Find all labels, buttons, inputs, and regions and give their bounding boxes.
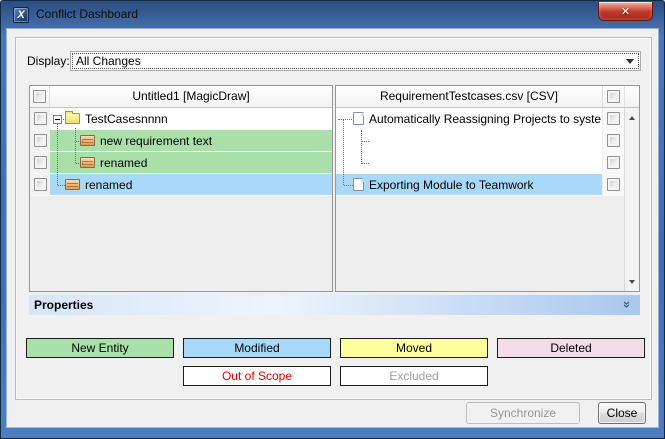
- window-close-button[interactable]: ✕: [598, 2, 653, 21]
- table-row[interactable]: renamed: [30, 152, 332, 174]
- dialog-footer: Synchronize Close: [466, 402, 646, 424]
- target-tree-title: RequirementTestcases.csv [CSV]: [336, 86, 602, 107]
- properties-label: Properties: [29, 298, 623, 312]
- requirement-icon: [80, 135, 95, 146]
- table-row[interactable]: Exporting Module to Teamwork: [336, 174, 624, 196]
- close-icon: ✕: [621, 5, 630, 18]
- magicdraw-app-icon: X: [13, 7, 29, 23]
- legend-row-2: Out of Scope Excluded: [183, 366, 488, 386]
- legend-modified[interactable]: Modified: [183, 338, 331, 358]
- select-all-left-checkbox[interactable]: [33, 90, 46, 103]
- tree-item-label: renamed: [85, 178, 132, 192]
- legend-new-entity[interactable]: New Entity: [26, 338, 174, 358]
- table-row[interactable]: TestCasesnnnn: [30, 108, 332, 130]
- row-checkbox[interactable]: [34, 156, 47, 169]
- legend-deleted[interactable]: Deleted: [497, 338, 645, 358]
- requirement-icon: [65, 179, 80, 190]
- arrow-up-icon: [629, 116, 635, 120]
- tree-item-label: TestCasesnnnn: [85, 112, 168, 126]
- legend-excluded[interactable]: Excluded: [340, 366, 488, 386]
- source-tree-title: Untitled1 [MagicDraw]: [50, 86, 332, 107]
- row-checkbox[interactable]: [607, 112, 620, 125]
- folder-icon: [65, 113, 80, 124]
- chevron-down-icon: [626, 59, 634, 64]
- source-tree-panel: Untitled1 [MagicDraw] TestCasesnnnn: [29, 85, 333, 292]
- table-row[interactable]: [336, 130, 624, 152]
- collapse-expander-icon[interactable]: [53, 115, 62, 124]
- target-tree-header: RequirementTestcases.csv [CSV]: [336, 86, 639, 108]
- tree-item-label: renamed: [100, 156, 147, 170]
- legend-moved[interactable]: Moved: [340, 338, 488, 358]
- requirement-icon: [80, 157, 95, 168]
- collapse-chevrons-icon: »: [620, 300, 635, 309]
- tree-item-label: Exporting Module to Teamwork: [369, 178, 534, 192]
- table-row[interactable]: [336, 152, 624, 174]
- scroll-down-button[interactable]: [625, 274, 639, 289]
- conflict-panel: Display: All Changes Untitled1 [MagicDra…: [15, 37, 652, 400]
- combobox-value: All Changes: [73, 54, 141, 68]
- combobox-focus-ring: All Changes: [72, 53, 639, 69]
- display-combobox[interactable]: All Changes: [70, 51, 641, 71]
- arrow-down-icon: [629, 280, 635, 284]
- synchronize-button[interactable]: Synchronize: [466, 402, 580, 424]
- tree-item-label: new requirement text: [100, 134, 212, 148]
- row-checkbox[interactable]: [34, 178, 47, 191]
- source-tree-body: TestCasesnnnn new requirement text: [30, 108, 332, 292]
- window-title: Conflict Dashboard: [36, 1, 138, 29]
- legend-row-1: New Entity Modified Moved Deleted: [26, 338, 645, 358]
- select-all-right-checkbox[interactable]: [607, 90, 620, 103]
- properties-section-header[interactable]: Properties »: [29, 294, 640, 315]
- table-row[interactable]: renamed: [30, 174, 332, 196]
- row-checkbox[interactable]: [607, 156, 620, 169]
- document-icon: [353, 112, 364, 125]
- legend-out-of-scope[interactable]: Out of Scope: [183, 366, 331, 386]
- dialog-content: Display: All Changes Untitled1 [MagicDra…: [7, 29, 658, 427]
- title-bar[interactable]: X Conflict Dashboard ✕: [1, 1, 664, 29]
- display-label: Display:: [27, 54, 70, 68]
- target-tree-body: Automatically Reassigning Projects to sy…: [336, 108, 624, 292]
- close-button[interactable]: Close: [598, 402, 646, 424]
- target-tree-panel: RequirementTestcases.csv [CSV] Automatic…: [335, 85, 640, 292]
- document-icon: [353, 178, 364, 191]
- row-checkbox[interactable]: [34, 134, 47, 147]
- row-checkbox[interactable]: [607, 134, 620, 147]
- source-tree-header: Untitled1 [MagicDraw]: [30, 86, 332, 108]
- conflict-dashboard-window: X Conflict Dashboard ✕ Display: All Chan…: [0, 0, 665, 439]
- vertical-scrollbar[interactable]: [624, 108, 639, 291]
- tree-item-label: Automatically Reassigning Projects to sy…: [369, 112, 602, 126]
- row-checkbox[interactable]: [34, 112, 47, 125]
- table-row[interactable]: new requirement text: [30, 130, 332, 152]
- table-row[interactable]: Automatically Reassigning Projects to sy…: [336, 108, 624, 130]
- scroll-up-button[interactable]: [625, 110, 639, 125]
- row-checkbox[interactable]: [607, 178, 620, 191]
